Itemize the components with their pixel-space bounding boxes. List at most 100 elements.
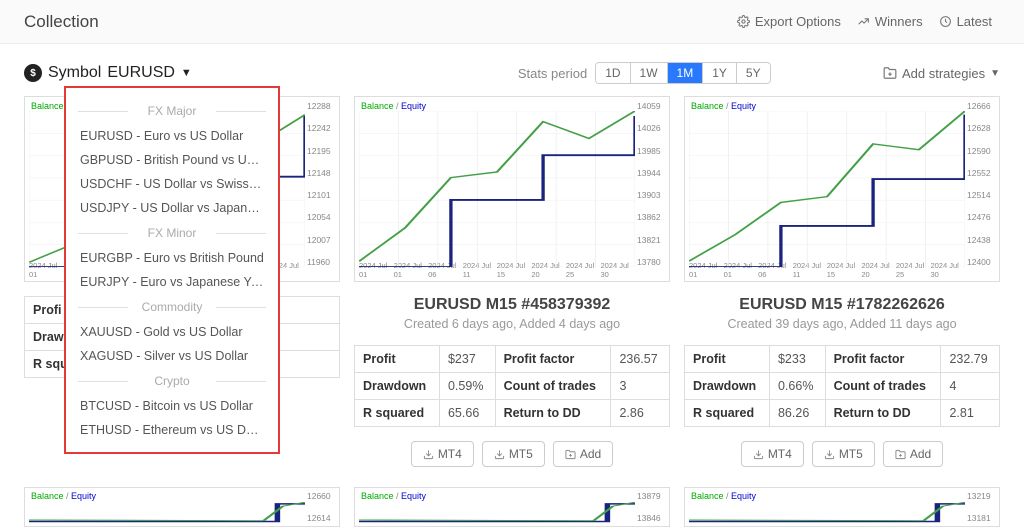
y-tick: 12590: [967, 146, 997, 156]
stat-label: Profit: [685, 346, 770, 373]
y-tick: 12666: [967, 101, 997, 111]
chevron-down-icon: ▼: [990, 68, 1000, 79]
stat-label: R squared: [685, 400, 770, 427]
dropdown-item[interactable]: EURUSD - Euro vs US Dollar: [66, 124, 278, 148]
card-title: EURUSD M15 #1782262626: [684, 296, 1000, 314]
dropdown-item[interactable]: EURGBP - Euro vs British Pound: [66, 246, 278, 270]
period-btn-1w[interactable]: 1W: [631, 63, 668, 83]
dropdown-group-header: FX Minor: [66, 220, 278, 246]
download-icon: [824, 449, 835, 460]
download-mt5-button[interactable]: MT5: [482, 441, 545, 467]
y-axis: 1228812242121951214812101120541200711960: [307, 101, 337, 267]
add-button[interactable]: Add: [883, 441, 943, 467]
stat-value: 4: [941, 373, 1000, 400]
card-subtitle: Created 39 days ago, Added 11 days ago: [684, 317, 1000, 331]
plot-area: [29, 500, 305, 523]
latest-label: Latest: [957, 14, 992, 29]
winners-button[interactable]: Winners: [849, 10, 931, 33]
stat-label: Return to DD: [825, 400, 941, 427]
download-mt5-button[interactable]: MT5: [812, 441, 875, 467]
plot-area: [359, 111, 635, 267]
period-btn-1m[interactable]: 1M: [668, 63, 704, 83]
stats-table: Profit $233 Profit factor 232.79 Drawdow…: [684, 345, 1000, 427]
folder-plus-icon: [565, 449, 576, 460]
y-tick: 13985: [637, 146, 667, 156]
chart: Balance / Equity 12666126281259012552125…: [684, 96, 1000, 282]
stat-label: R squared: [355, 400, 440, 427]
folder-plus-icon: [895, 449, 906, 460]
download-mt4-button[interactable]: MT4: [411, 441, 474, 467]
y-axis: 1387913846: [637, 491, 667, 523]
symbol-dropdown[interactable]: $ Symbol EURUSD ▼ FX MajorEURUSD - Euro …: [24, 64, 192, 82]
dropdown-item[interactable]: XAUUSD - Gold vs US Dollar: [66, 320, 278, 344]
dropdown-item[interactable]: ETHUSD - Ethereum vs US Dollar: [66, 418, 278, 442]
chart: Balance / Equity 14059140261398513944139…: [354, 96, 670, 282]
y-axis: 1266612628125901255212514124761243812400: [967, 101, 997, 267]
stat-value: 65.66: [439, 400, 495, 427]
gear-icon: [737, 15, 750, 28]
stat-value: 236.57: [611, 346, 670, 373]
y-tick: 12242: [307, 123, 337, 133]
stat-value: $237: [439, 346, 495, 373]
dropdown-item[interactable]: EURJPY - Euro vs Japanese Yen: [66, 270, 278, 294]
y-tick: 12148: [307, 168, 337, 178]
y-tick: 12054: [307, 212, 337, 222]
dropdown-item[interactable]: GBPUSD - British Pound vs US Dollar: [66, 148, 278, 172]
download-icon: [494, 449, 505, 460]
dropdown-item[interactable]: USDJPY - US Dollar vs Japanese Yen: [66, 196, 278, 220]
symbol-current: EURUSD: [107, 64, 175, 82]
dropdown-item[interactable]: XAGUSD - Silver vs US Dollar: [66, 344, 278, 368]
y-tick: 12628: [967, 123, 997, 133]
y-tick: 12101: [307, 190, 337, 200]
stat-label: Drawdown: [355, 373, 440, 400]
period-group: 1D1W1M1Y5Y: [595, 62, 770, 84]
stat-value: $233: [769, 346, 825, 373]
dropdown-item[interactable]: USDCHF - US Dollar vs Swiss Frank: [66, 172, 278, 196]
stat-label: Profit: [355, 346, 440, 373]
download-mt4-button[interactable]: MT4: [741, 441, 804, 467]
y-tick: 13780: [637, 257, 667, 267]
stat-value: 3: [611, 373, 670, 400]
stat-value: 0.59%: [439, 373, 495, 400]
download-icon: [753, 449, 764, 460]
dropdown-group-header: FX Major: [66, 98, 278, 124]
symbol-dropdown-menu: FX MajorEURUSD - Euro vs US DollarGBPUSD…: [64, 86, 280, 454]
chart: Balance / Equity 1387913846: [354, 487, 670, 527]
chevron-down-icon: ▼: [181, 67, 192, 79]
latest-button[interactable]: Latest: [931, 10, 1000, 33]
card-subtitle: Created 6 days ago, Added 4 days ago: [354, 317, 670, 331]
chart-legend: Balance / Equity: [691, 101, 756, 111]
stat-value: 2.86: [611, 400, 670, 427]
chart-up-icon: [857, 15, 870, 28]
plot-area: [689, 500, 965, 523]
stats-period-label: Stats period: [518, 66, 587, 81]
symbol-label: Symbol: [48, 64, 101, 82]
add-strategies-button[interactable]: Add strategies ▼: [883, 66, 1000, 81]
y-tick: 13944: [637, 168, 667, 178]
period-btn-1y[interactable]: 1Y: [703, 63, 737, 83]
stats-period: Stats period 1D1W1M1Y5Y: [518, 62, 771, 84]
page-title: Collection: [24, 12, 99, 32]
y-tick: 12476: [967, 212, 997, 222]
period-btn-5y[interactable]: 5Y: [737, 63, 770, 83]
add-strategies-label: Add strategies: [902, 66, 985, 81]
dropdown-group-header: Crypto: [66, 368, 278, 394]
stat-value: 0.66%: [769, 373, 825, 400]
y-tick: 12007: [307, 235, 337, 245]
currency-icon: $: [24, 64, 42, 82]
stat-label: Count of trades: [825, 373, 941, 400]
period-btn-1d[interactable]: 1D: [596, 63, 630, 83]
dropdown-item[interactable]: BTCUSD - Bitcoin vs US Dollar: [66, 394, 278, 418]
download-icon: [423, 449, 434, 460]
y-axis: 1266012614: [307, 491, 337, 523]
stat-label: Drawdown: [685, 373, 770, 400]
export-options-button[interactable]: Export Options: [729, 10, 849, 33]
card-title: EURUSD M15 #458379392: [354, 296, 670, 314]
y-tick: 11960: [307, 257, 337, 267]
add-button[interactable]: Add: [553, 441, 613, 467]
y-tick: 12288: [307, 101, 337, 111]
stat-label: Return to DD: [495, 400, 611, 427]
y-tick: 13862: [637, 212, 667, 222]
y-tick: 14059: [637, 101, 667, 111]
stat-label: Count of trades: [495, 373, 611, 400]
